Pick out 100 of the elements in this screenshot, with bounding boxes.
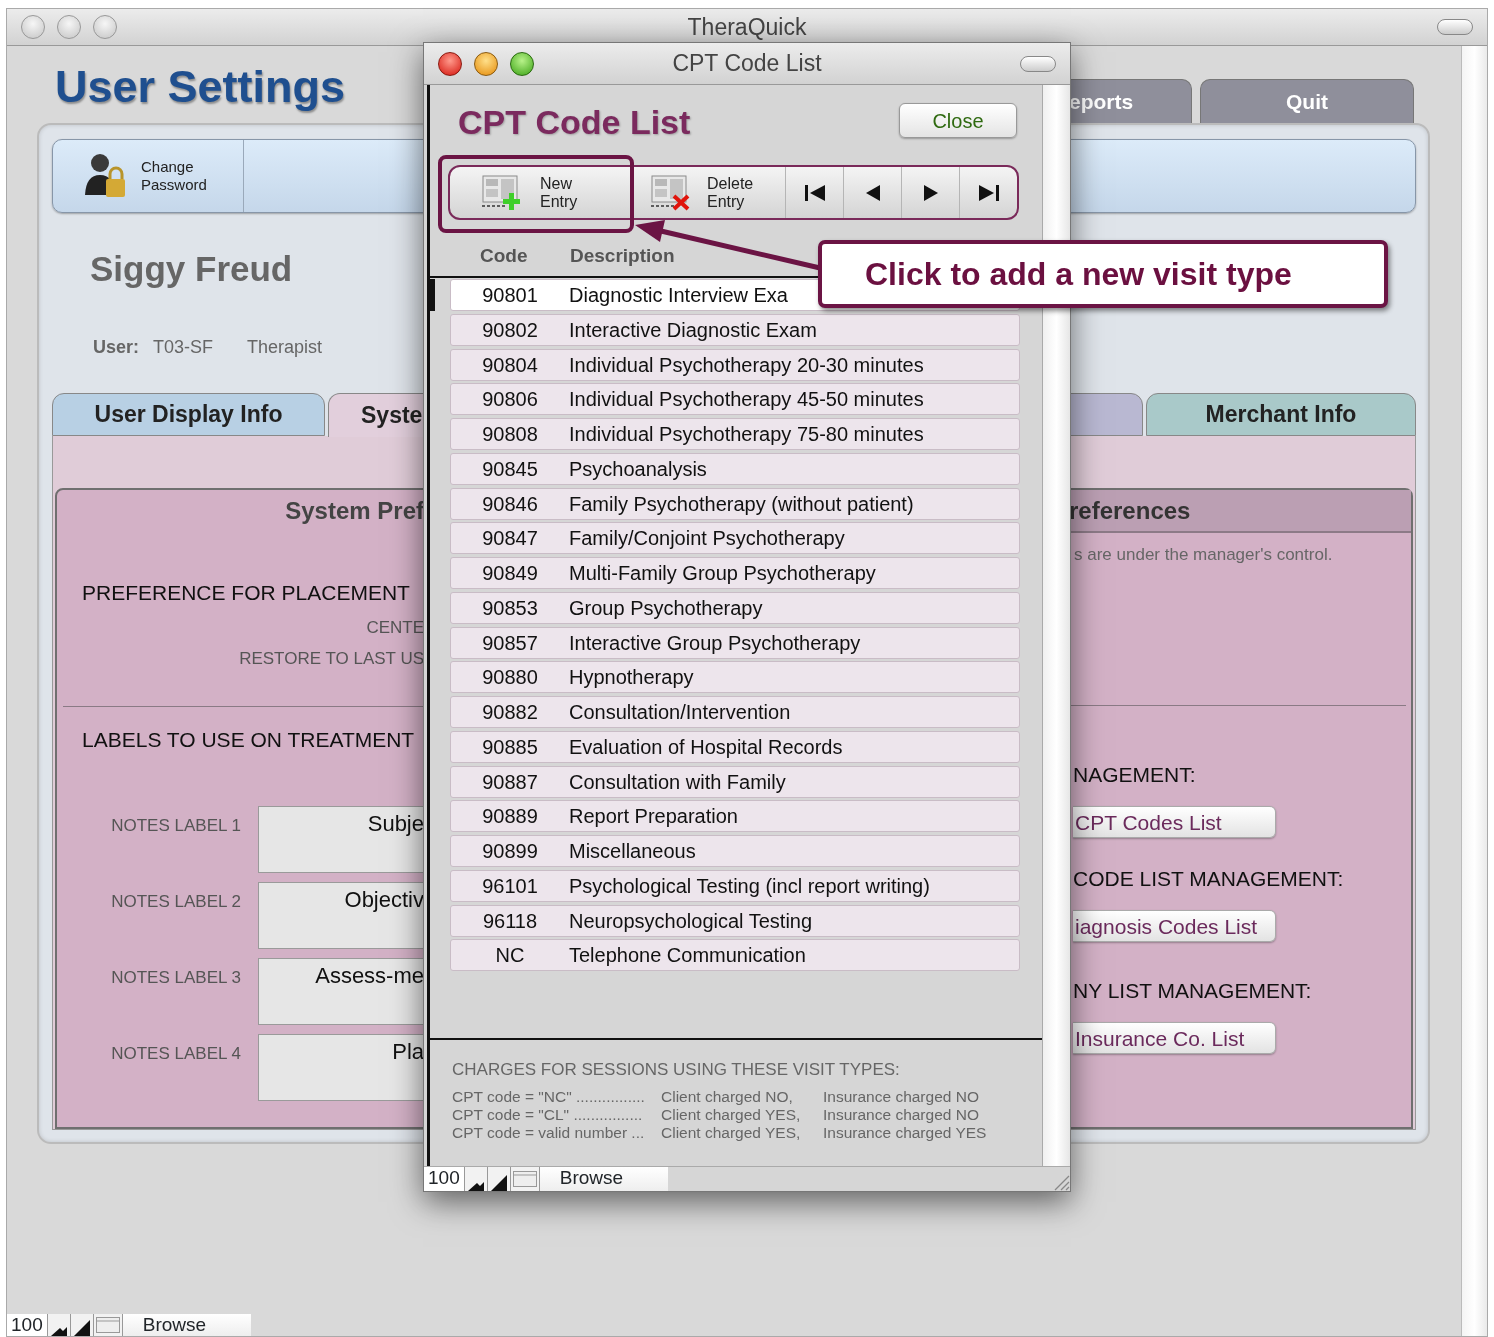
code-cell-text: 90804	[481, 352, 539, 378]
description-cell-text: Individual Psychotherapy 75-80 minutes	[569, 422, 924, 447]
description-cell-text: Multi-Family Group Psychotherapy	[569, 561, 876, 586]
option-label: CENTE	[366, 617, 424, 639]
list-row[interactable]: 90806 Individual Psychotherapy 45-50 minutes	[450, 383, 1020, 416]
list-row[interactable]: 90899 Miscellaneous	[450, 835, 1020, 867]
next-icon	[922, 183, 939, 202]
list-button[interactable]: iagnosis Codes List	[1073, 910, 1276, 942]
text-field[interactable]: Subje	[258, 806, 424, 873]
list-button[interactable]: CPT Codes List	[1073, 806, 1276, 838]
description-cell-text: Individual Psychotherapy 45-50 minutes	[569, 387, 924, 413]
description-cell-text: Telephone Communication	[569, 943, 806, 969]
list-row[interactable]: 90887 Consultation with Family	[450, 765, 1020, 798]
list-row[interactable]: 96101 Psychological Testing (incl report writing)	[450, 869, 1020, 902]
list-row[interactable]: 90882 Consultation/Intervention	[450, 696, 1020, 728]
text-field[interactable]: Objectiv	[258, 882, 424, 949]
column-header: Code	[480, 243, 529, 268]
list-row[interactable]: 90885 Evaluation of Hospital Records	[450, 730, 1020, 763]
code-cell-text: 90899	[481, 839, 539, 864]
toolbar-toggle-button[interactable]	[1437, 19, 1473, 35]
zoom-in-icon[interactable]	[489, 1173, 508, 1191]
description-cell-text: Evaluation of Hospital Records	[569, 734, 843, 760]
code-cell-text: 90846	[481, 491, 539, 517]
close-button[interactable]	[438, 51, 462, 76]
description-cell-text: Interactive Group Psychotherapy	[569, 630, 861, 656]
description-cell-text: Family/Conjoint Psychotherapy	[569, 526, 845, 552]
code-cell-text: 96101	[481, 873, 539, 899]
text-field[interactable]: Pla	[258, 1034, 424, 1101]
list-row[interactable]: NC Telephone Communication	[450, 939, 1020, 972]
list-row[interactable]: 90880 Hypnotherapy	[450, 661, 1020, 694]
description-cell-text: Family Psychotherapy (without patient)	[569, 491, 914, 517]
toolbar-button[interactable]: Delete Entry	[633, 167, 786, 218]
code-cell-text: 90847	[481, 526, 539, 552]
description-cell-text: Hypnotherapy	[569, 665, 694, 691]
code-cell-text: 90845	[481, 456, 539, 482]
change-password-button[interactable]: Change Password	[53, 140, 244, 212]
code-cell-text: 96118	[481, 908, 539, 934]
text-field[interactable]: Assess-me	[258, 958, 424, 1025]
list-row[interactable]: 90853 Group Psychotherapy	[450, 591, 1020, 624]
code-cell-text: 90808	[481, 422, 539, 447]
list-row[interactable]: 90804 Individual Psychotherapy 20-30 minutes	[450, 348, 1020, 381]
list-row[interactable]: 90845 Psychoanalysis	[450, 452, 1020, 485]
description-cell-text: Individual Psychotherapy 20-30 minutes	[569, 352, 924, 378]
code-cell-text: 90806	[481, 387, 539, 413]
code-cell-text: 90853	[481, 595, 539, 621]
new-record-icon	[482, 174, 522, 211]
description-cell-text: Psychoanalysis	[569, 456, 707, 482]
zoom-in-icon[interactable]	[72, 1318, 91, 1336]
list-row[interactable]: 90802 Interactive Diagnostic Exam	[450, 313, 1020, 346]
field-label: NOTES LABEL 2	[110, 891, 241, 913]
field-label: NOTES LABEL 1	[110, 815, 241, 837]
section-label: NAGEMENT:	[1073, 762, 1196, 788]
description-cell-text: Consultation with Family	[569, 769, 786, 795]
section-label: LABELS TO USE ON TREATMENT	[81, 727, 415, 753]
user-role: Therapist	[247, 336, 323, 358]
mode-label: Browse	[122, 1314, 251, 1336]
toolbar-toggle-button[interactable]	[1020, 55, 1056, 72]
page-title: User Settings	[55, 59, 346, 114]
list-button[interactable]: Insurance Co. List	[1073, 1022, 1276, 1054]
section-label: CODE LIST MANAGEMENT:	[1073, 866, 1344, 892]
section-title: references	[1068, 490, 1411, 533]
tab[interactable]: User Display Info	[52, 393, 325, 436]
note-text: CPT code = valid number ...	[452, 1124, 646, 1142]
minimize-button[interactable]	[474, 51, 498, 76]
note-text: s are under the manager's control.	[1074, 545, 1333, 565]
list-row[interactable]: 96118 Neuropsychological Testing	[450, 904, 1020, 937]
section-label: PREFERENCE FOR PLACEMENT	[81, 580, 410, 606]
zoom-level: 100	[7, 1314, 48, 1336]
code-cell-text: 90885	[481, 734, 539, 760]
note-text: Insurance charged YES	[823, 1124, 987, 1142]
field-label: NOTES LABEL 3	[110, 967, 241, 989]
list-row[interactable]: 90847 Family/Conjoint Psychotherapy	[450, 522, 1020, 555]
minimize-button[interactable]	[57, 15, 81, 39]
mode-label: Browse	[539, 1167, 668, 1191]
previous-icon	[864, 183, 881, 202]
tab[interactable]: Merchant Info	[1146, 393, 1416, 436]
user-name: Siggy Freud	[89, 250, 293, 288]
window-title: TheraQuick	[687, 13, 807, 40]
note-text: CPT code = "NC" ................	[452, 1088, 646, 1106]
section-title: System Pref	[284, 496, 424, 526]
description-cell-text: Report Preparation	[569, 804, 738, 830]
list-row[interactable]: 90846 Family Psychotherapy (without patient)	[450, 487, 1020, 520]
zoom-button[interactable]	[93, 15, 117, 39]
section-label: NY LIST MANAGEMENT:	[1073, 978, 1312, 1004]
note-text: Client charged YES,	[661, 1124, 802, 1142]
code-cell-text: 90889	[481, 804, 539, 830]
zoom-button[interactable]	[510, 51, 534, 76]
note-text: Client charged NO,	[661, 1088, 794, 1106]
list-row[interactable]: 90849 Multi-Family Group Psychotherapy	[450, 557, 1020, 589]
description-cell-text: Group Psychotherapy	[569, 595, 763, 621]
list-row[interactable]: 90889 Report Preparation	[450, 800, 1020, 833]
code-cell-text: 90801	[481, 283, 539, 308]
list-row[interactable]: 90808 Individual Psychotherapy 75-80 minutes	[450, 418, 1020, 450]
close-button[interactable]: Close	[899, 103, 1017, 138]
list-row[interactable]: 90857 Interactive Group Psychotherapy	[450, 626, 1020, 659]
note-text: Client charged YES,	[661, 1106, 802, 1124]
last-record-icon	[977, 183, 1000, 202]
column-header: Description	[570, 243, 675, 268]
delete-record-icon	[651, 174, 691, 211]
description-cell-text: Psychological Testing (incl report writing)	[569, 873, 930, 899]
